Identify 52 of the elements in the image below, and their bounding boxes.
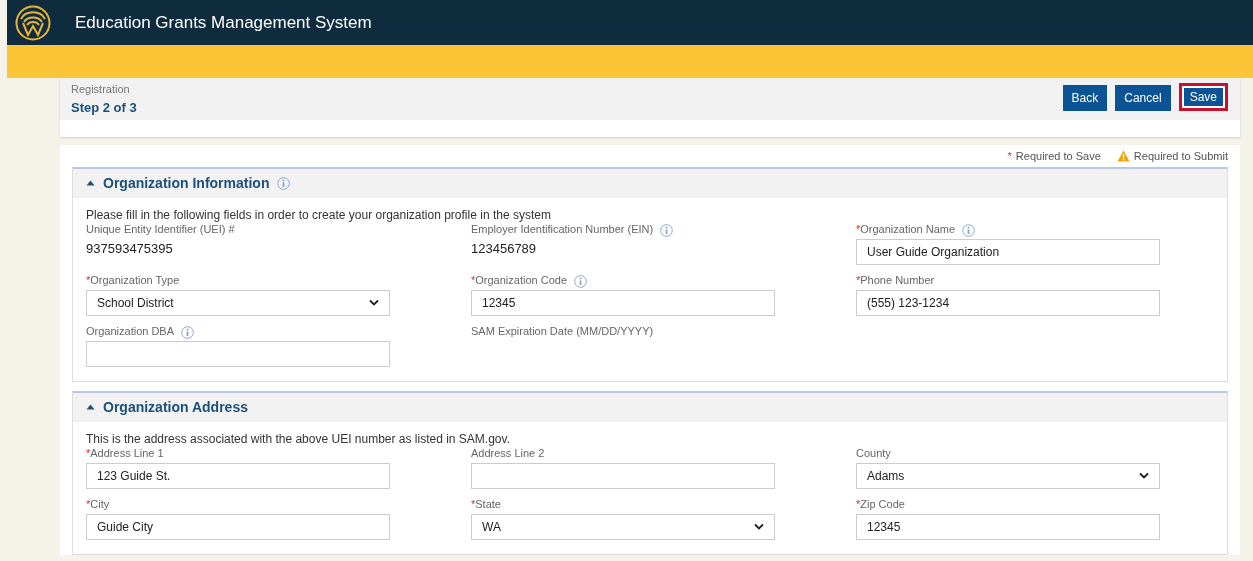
section-title: Organization Address (103, 397, 248, 417)
field-label: Unique Entity Identifier (UEI) # (86, 222, 235, 237)
field-label: Address Line 2 (471, 446, 545, 461)
field-label: *Zip Code (856, 496, 905, 512)
field-label: Organization DBA (86, 323, 175, 339)
chevron-icon (754, 523, 764, 530)
collapse-icon[interactable] (86, 404, 95, 410)
legend-text: Required to Submit (1133, 149, 1228, 164)
field-label: Employer Identification Number (EIN) (471, 222, 654, 237)
info-icon[interactable] (277, 176, 291, 190)
info-icon[interactable] (181, 325, 195, 339)
legend-text: Required to Save (1015, 149, 1101, 164)
input-field[interactable]: Guide City (86, 513, 390, 540)
select-field[interactable]: School District (86, 289, 390, 316)
field-label: *City (86, 496, 110, 512)
action-button[interactable]: Save (1178, 83, 1228, 111)
input-field[interactable]: (555) 123-1234 (856, 289, 1160, 316)
select-field[interactable]: WA (471, 513, 775, 540)
info-icon[interactable] (962, 223, 976, 237)
input-field[interactable] (471, 462, 775, 489)
field-label: County (856, 445, 891, 461)
field-label: *State (471, 496, 501, 512)
info-icon[interactable] (660, 223, 674, 237)
input-field[interactable]: 12345 (471, 289, 775, 316)
section-description: This is the address associated with the above UEI number as listed in SAM.gov. (86, 431, 511, 446)
collapse-icon[interactable] (86, 180, 95, 186)
section-title: Organization Information (103, 173, 270, 193)
input-field[interactable]: User Guide Organization (856, 238, 1160, 265)
field-value: 937593475395 (86, 239, 174, 258)
field-value: 123456789 (471, 239, 538, 258)
step-label: Registration (71, 82, 131, 97)
asterisk-mark: * (1007, 149, 1012, 164)
input-field[interactable]: 12345 (856, 513, 1160, 540)
info-icon[interactable] (574, 274, 587, 288)
input-field[interactable]: 123 Guide St. (86, 462, 390, 489)
input-field[interactable] (86, 340, 390, 367)
field-label: *Organization Type (86, 272, 180, 288)
field-label: *Address Line 1 (86, 445, 164, 461)
action-button[interactable]: Cancel (1115, 85, 1171, 111)
chevron-icon (369, 299, 379, 306)
select-field[interactable]: Adams (856, 462, 1160, 489)
step-title: Step 2 of 3 (71, 98, 137, 117)
field-label: SAM Expiration Date (MM/DD/YYYY) (471, 323, 654, 339)
app-title: Education Grants Management System (75, 11, 372, 34)
field-label: *Organization Code (471, 272, 567, 288)
warning-icon (1116, 150, 1130, 163)
logo-icon (15, 4, 51, 41)
field-label: *Phone Number (856, 272, 935, 288)
chevron-icon (1139, 472, 1149, 479)
section-description: Please fill in the following fields in order to create your organization profile in the system (86, 207, 552, 222)
field-label: *Organization Name (856, 221, 956, 237)
action-button[interactable]: Back (1062, 85, 1108, 111)
